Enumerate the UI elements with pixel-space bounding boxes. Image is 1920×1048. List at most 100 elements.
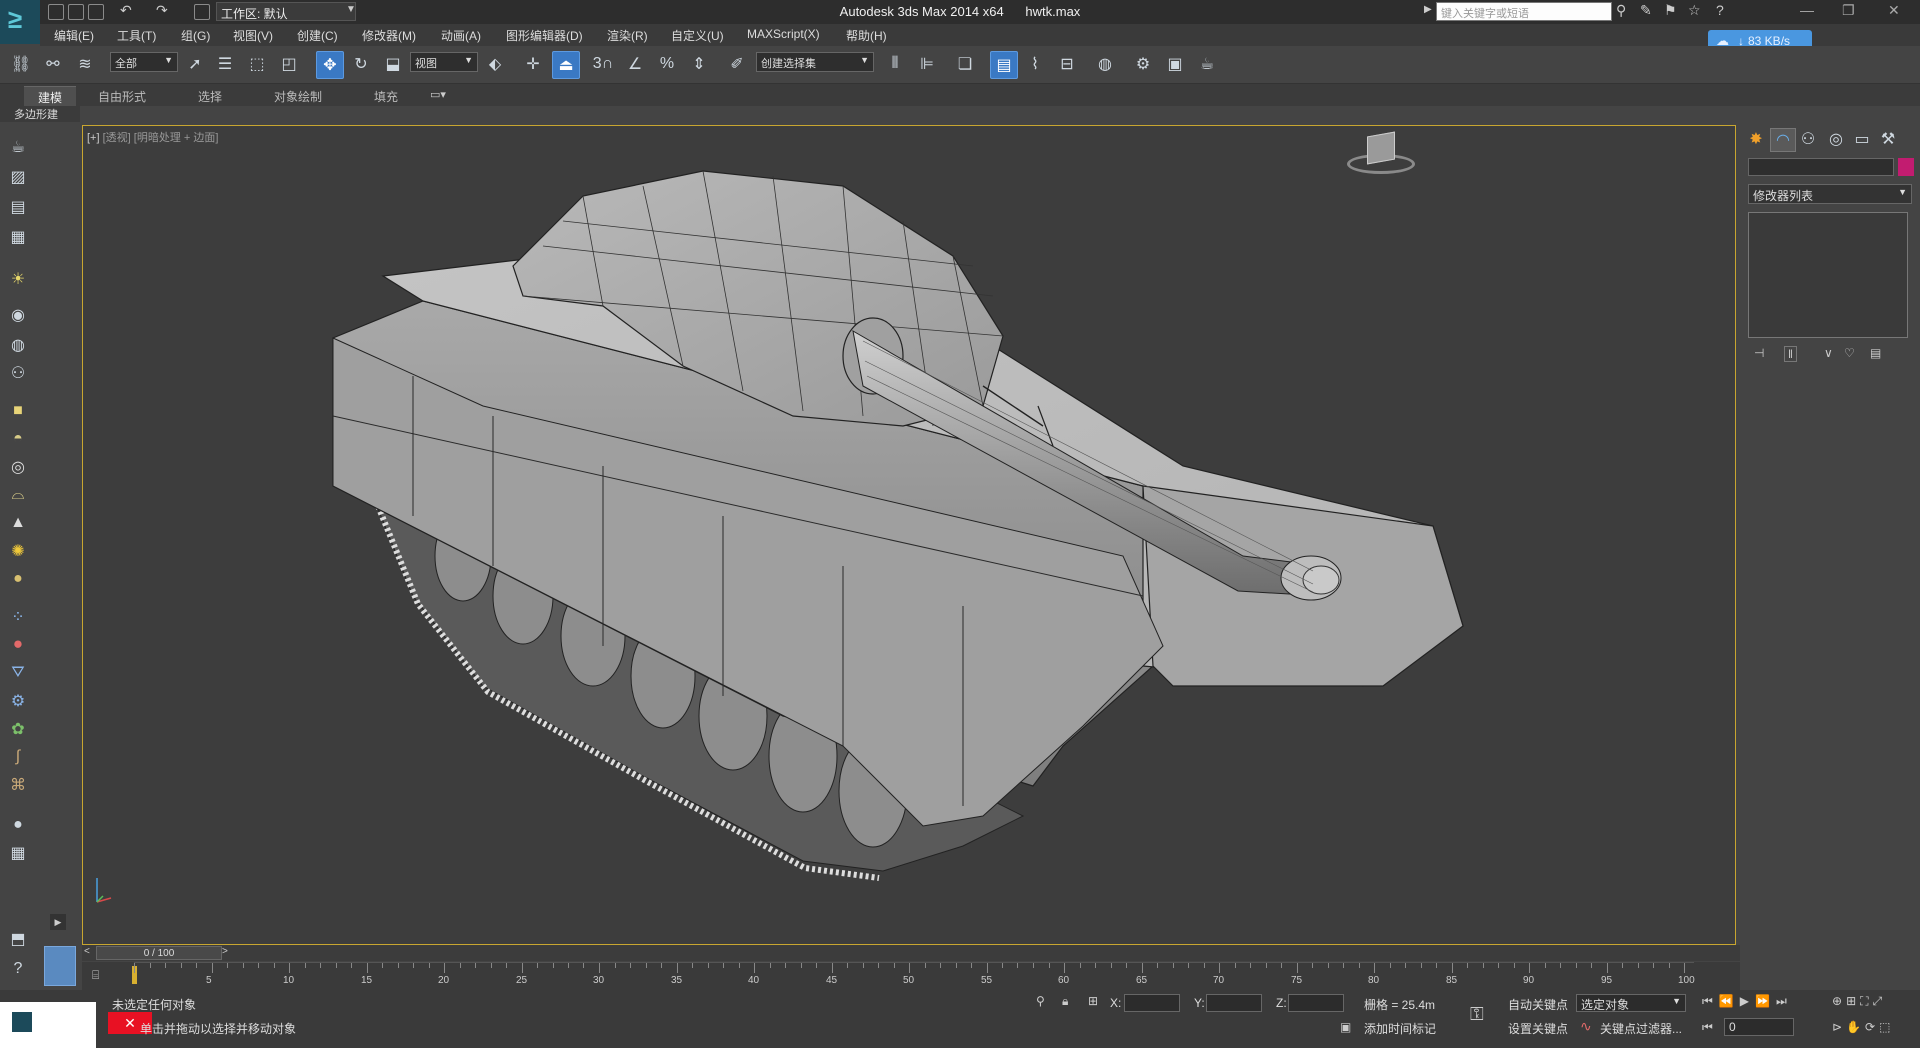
menu-graph-editors[interactable]: 图形编辑器(D) bbox=[506, 27, 583, 44]
time-slider[interactable]: < 0 / 100 > bbox=[82, 945, 1740, 961]
menu-views[interactable]: 视图(V) bbox=[233, 27, 273, 44]
help-icon[interactable]: ? bbox=[1716, 2, 1724, 18]
object-name-field[interactable] bbox=[1748, 158, 1894, 176]
set-key-button[interactable]: 设置关键点 bbox=[1508, 1020, 1568, 1037]
display-tab-icon[interactable]: ▭ bbox=[1850, 128, 1874, 150]
sphere-icon[interactable]: ● bbox=[6, 568, 30, 590]
plant-icon[interactable]: ✿ bbox=[6, 718, 30, 740]
graphite-modeling-tools-button[interactable]: ▤ bbox=[990, 51, 1018, 79]
mini-curve-editor-icon[interactable]: ⌸ bbox=[92, 968, 99, 983]
select-by-name-button[interactable]: ☰ bbox=[212, 51, 238, 77]
timeline-ruler[interactable]: 5 10 15 20 25 30 35 40 45 50 55 60 65 70 75 80 85 90 95 100 bbox=[134, 962, 1695, 990]
menu-maxscript[interactable]: MAXScript(X) bbox=[747, 27, 820, 41]
menu-animation[interactable]: 动画(A) bbox=[441, 27, 481, 44]
curve-editor-button[interactable]: ⌇ bbox=[1022, 51, 1048, 77]
pivot-center-button[interactable]: ⬖ bbox=[482, 51, 508, 77]
go-to-start-icon[interactable]: ⏮ bbox=[1702, 994, 1719, 1008]
render-setup-button[interactable]: ⚙ bbox=[1130, 51, 1156, 77]
key-mode-dropdown[interactable]: 选定对象 ▼ bbox=[1576, 994, 1686, 1012]
add-time-tag-button[interactable]: 添加时间标记 bbox=[1364, 1020, 1436, 1037]
percent-snap-button[interactable]: % bbox=[654, 51, 680, 77]
go-to-end-icon[interactable]: ⏭ bbox=[1776, 994, 1793, 1008]
mirror-button[interactable]: ⫴ bbox=[882, 51, 908, 77]
sphere-material-icon[interactable]: ● bbox=[6, 814, 30, 836]
track-bar[interactable]: ⌸ 5 10 15 20 25 30 35 40 45 50 55 60 65 70 75 80 85 90 95 1… bbox=[82, 962, 1740, 990]
viewcube-cube-icon[interactable] bbox=[1367, 131, 1395, 165]
menu-rendering[interactable]: 渲染(R) bbox=[607, 27, 648, 44]
menu-modifiers[interactable]: 修改器(M) bbox=[362, 27, 416, 44]
menu-create[interactable]: 创建(C) bbox=[297, 27, 338, 44]
pin-stack-icon[interactable]: ⊣ bbox=[1754, 346, 1764, 360]
video-camera-icon[interactable]: ⚇ bbox=[6, 362, 30, 384]
polygon-modeling-panel[interactable]: 多边形建模 bbox=[0, 106, 80, 137]
mini-listener-button[interactable] bbox=[44, 946, 76, 986]
modifier-list-dropdown[interactable]: 修改器列表 ▼ bbox=[1748, 184, 1912, 204]
prev-frame-arrow-icon[interactable]: < bbox=[84, 946, 90, 957]
x-coordinate-field[interactable] bbox=[1124, 994, 1180, 1012]
z-coordinate-field[interactable] bbox=[1288, 994, 1344, 1012]
schematic-view-button[interactable]: ⊟ bbox=[1054, 51, 1080, 77]
dome-icon[interactable]: ⌓ bbox=[6, 484, 30, 506]
binoculars-icon[interactable]: ⚲ bbox=[1616, 2, 1626, 19]
film-icon[interactable]: ◍ bbox=[6, 334, 30, 356]
cloth-icon[interactable]: ⌘ bbox=[6, 774, 30, 796]
menu-tools[interactable]: 工具(T) bbox=[117, 27, 156, 44]
key-icon[interactable]: ⚿ bbox=[1470, 1004, 1484, 1025]
align-button[interactable]: ⊫ bbox=[914, 51, 940, 77]
utility-icon[interactable]: ⬒ bbox=[6, 928, 30, 950]
next-frame-arrow-icon[interactable]: > bbox=[222, 946, 228, 957]
menu-group[interactable]: 组(G) bbox=[181, 27, 210, 44]
utilities-tab-icon[interactable]: ⚒ bbox=[1876, 128, 1900, 150]
ribbon-tab-object-paint[interactable]: 对象绘制 bbox=[274, 88, 322, 105]
render-production-button[interactable]: ☕ bbox=[1194, 51, 1220, 77]
cone-icon[interactable]: ▲ bbox=[6, 512, 30, 534]
previous-frame-icon[interactable]: ⏪ bbox=[1719, 994, 1740, 1008]
communication-icon[interactable]: ⚑ bbox=[1664, 2, 1677, 19]
perspective-viewport[interactable]: [+] [透视] [明暗处理 + 边面] bbox=[82, 125, 1736, 945]
camera-icon[interactable]: ◉ bbox=[6, 304, 30, 326]
menu-customize[interactable]: 自定义(U) bbox=[671, 27, 724, 44]
make-unique-icon[interactable]: ∨ bbox=[1824, 346, 1833, 360]
current-frame-field[interactable]: 0 bbox=[1724, 1018, 1794, 1036]
gear-icon[interactable]: ⚙ bbox=[6, 690, 30, 712]
zoom-icon[interactable]: ⊕ bbox=[1832, 994, 1846, 1008]
tank-model[interactable] bbox=[83, 126, 1736, 945]
zoom-extents-all-icon[interactable]: ⤢ bbox=[1873, 994, 1887, 1008]
zoom-extents-icon[interactable]: ⛶ bbox=[1860, 994, 1872, 1008]
absolute-mode-icon[interactable]: ⊞ bbox=[1088, 994, 1098, 1008]
ribbon-tab-selection[interactable]: 选择 bbox=[198, 88, 222, 105]
teapot-icon[interactable]: ☕ bbox=[6, 136, 30, 158]
menu-edit[interactable]: 编辑(E) bbox=[54, 27, 94, 44]
spinner-snap-button[interactable]: ⇕ bbox=[686, 51, 712, 77]
edit-named-selection-button[interactable]: ✐ bbox=[724, 51, 750, 77]
material-editor-button[interactable]: ◍ bbox=[1092, 51, 1118, 77]
window-crossing-button[interactable]: ◰ bbox=[276, 51, 302, 77]
search-input[interactable]: 键入关键字或短语 bbox=[1436, 2, 1612, 21]
close-icon[interactable]: ✕ bbox=[1888, 2, 1900, 19]
sheet-icon[interactable]: ▤ bbox=[6, 196, 30, 218]
reference-coordinate-dropdown[interactable]: 视图 ▼ bbox=[410, 52, 478, 72]
bind-space-warp-button[interactable]: ≋ bbox=[72, 51, 98, 77]
motion-tab-icon[interactable]: ◎ bbox=[1824, 128, 1848, 150]
y-coordinate-field[interactable] bbox=[1206, 994, 1262, 1012]
lock-selection-icon[interactable]: 🔒︎ bbox=[1062, 994, 1068, 1009]
grid-sheet-icon[interactable]: ▦ bbox=[6, 226, 30, 248]
pan-icon[interactable]: ✋ bbox=[1846, 1020, 1865, 1034]
field-of-view-icon[interactable]: ⊳ bbox=[1832, 1020, 1846, 1034]
rectangular-selection-button[interactable]: ⬚ bbox=[244, 51, 270, 77]
auto-key-button[interactable]: 自动关键点 bbox=[1508, 996, 1568, 1013]
select-and-rotate-button[interactable]: ↻ bbox=[348, 51, 374, 77]
menu-help[interactable]: 帮助(H) bbox=[846, 27, 887, 44]
time-tag-icon[interactable]: ▣ bbox=[1340, 1020, 1351, 1034]
show-end-result-icon[interactable]: ‖ bbox=[1784, 346, 1797, 362]
particles-icon[interactable]: ⁘ bbox=[6, 606, 30, 628]
create-tab-icon[interactable]: ✸ bbox=[1744, 128, 1768, 150]
select-object-button[interactable]: ➚ bbox=[182, 51, 208, 77]
search-expand-icon[interactable]: ▶ bbox=[1424, 4, 1432, 15]
time-slider-handle[interactable]: 0 / 100 bbox=[96, 946, 222, 960]
box-primitive-icon[interactable]: ■ bbox=[6, 400, 30, 422]
sun-icon[interactable]: ✺ bbox=[6, 540, 30, 562]
minimize-icon[interactable]: — bbox=[1800, 2, 1814, 18]
hemisphere-icon[interactable]: ◓ bbox=[6, 428, 30, 450]
zoom-all-icon[interactable]: ⊞ bbox=[1846, 994, 1860, 1008]
